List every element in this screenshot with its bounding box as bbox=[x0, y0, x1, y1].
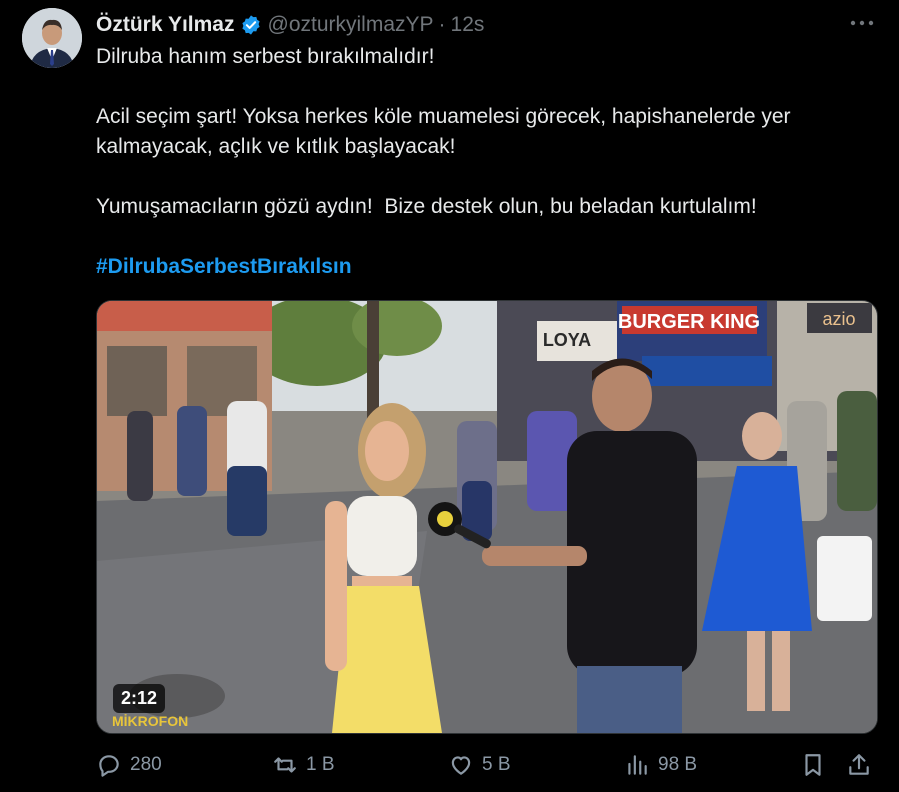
views-count: 98 B bbox=[658, 754, 698, 775]
timestamp[interactable]: 12s bbox=[451, 13, 485, 37]
author-name[interactable]: Öztürk Yılmaz bbox=[96, 13, 235, 37]
author-handle[interactable]: @ozturkyilmazYP bbox=[268, 13, 434, 37]
reply-icon bbox=[99, 755, 119, 777]
more-icon[interactable] bbox=[847, 12, 877, 34]
reply-count: 280 bbox=[130, 754, 162, 775]
store-sign-2: LOYA bbox=[543, 330, 591, 350]
share-icon bbox=[849, 754, 869, 775]
like-count: 5 B bbox=[482, 754, 511, 775]
bookmark-button[interactable] bbox=[800, 748, 826, 782]
tweet-line-1: Dilruba hanım serbest bırakılmalıdır! bbox=[96, 45, 435, 68]
verified-badge-icon bbox=[241, 15, 260, 35]
share-button[interactable] bbox=[846, 748, 872, 782]
reply-button[interactable]: 280 bbox=[96, 748, 162, 782]
like-icon bbox=[451, 756, 471, 775]
avatar[interactable] bbox=[22, 8, 82, 68]
tweet-line-2: Acil seçim şart! Yoksa herkes köle muame… bbox=[96, 105, 791, 158]
channel-watermark: MİKROFON bbox=[112, 713, 188, 729]
tweet-actions: 280 1 B 5 B 98 B bbox=[96, 748, 886, 782]
hashtag-link[interactable]: #DilrubaSerbestBırakılsın bbox=[96, 252, 352, 282]
tweet-line-3: Yumuşamacıların gözü aydın! Bize destek … bbox=[96, 195, 757, 218]
separator-dot: · bbox=[438, 13, 446, 36]
bookmark-icon bbox=[805, 754, 821, 776]
repost-icon bbox=[274, 757, 296, 773]
avatar-image bbox=[22, 8, 82, 68]
video-thumbnail: BURGER KING LOYA azio MİKROFON bbox=[97, 301, 877, 733]
store-sign-3: azio bbox=[822, 309, 855, 329]
views-button[interactable]: 98 B bbox=[624, 748, 697, 782]
repost-button[interactable]: 1 B bbox=[272, 748, 335, 782]
like-button[interactable]: 5 B bbox=[448, 748, 511, 782]
store-sign-1: BURGER KING bbox=[618, 311, 760, 333]
tweet-header: Öztürk Yılmaz @ozturkyilmazYP · 12s bbox=[96, 12, 484, 38]
views-icon bbox=[628, 755, 647, 775]
video-duration-badge: 2:12 bbox=[113, 684, 166, 713]
video-player[interactable]: BURGER KING LOYA azio MİKROFON 2:12 bbox=[96, 300, 878, 734]
repost-count: 1 B bbox=[306, 754, 335, 775]
